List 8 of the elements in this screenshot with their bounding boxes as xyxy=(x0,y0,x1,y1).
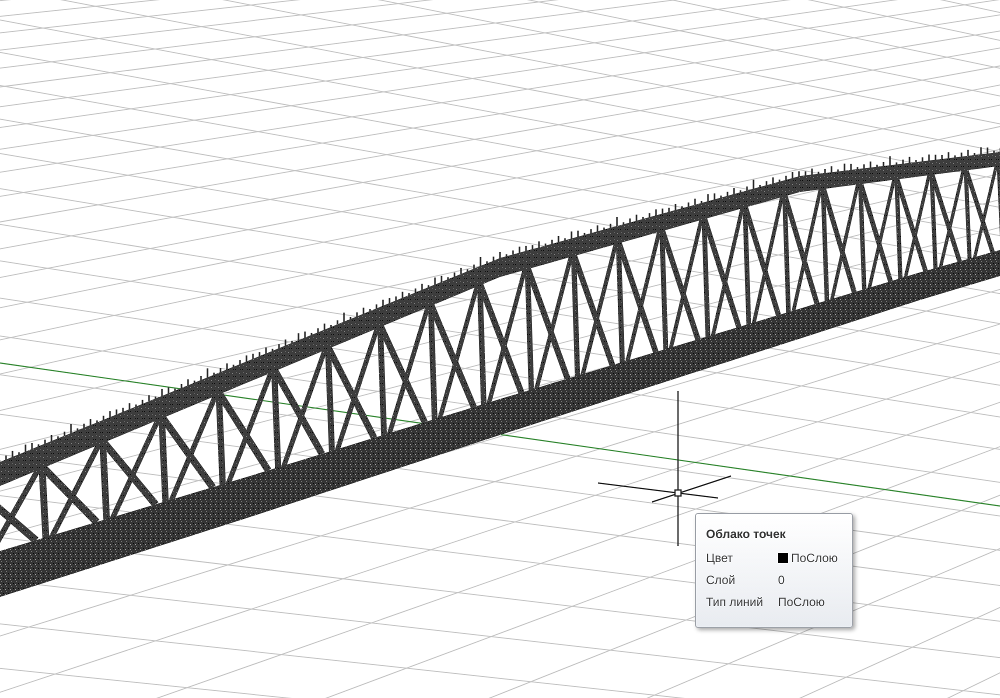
property-value: ПоСлою xyxy=(778,594,825,611)
color-swatch-icon xyxy=(778,553,788,563)
property-label: Тип линий xyxy=(706,594,764,611)
tooltip-title: Облако точек xyxy=(706,526,787,542)
property-label: Цвет xyxy=(706,550,734,567)
property-value: ПоСлою xyxy=(791,550,838,567)
property-value: 0 xyxy=(778,572,785,589)
property-label: Слой xyxy=(706,572,736,589)
